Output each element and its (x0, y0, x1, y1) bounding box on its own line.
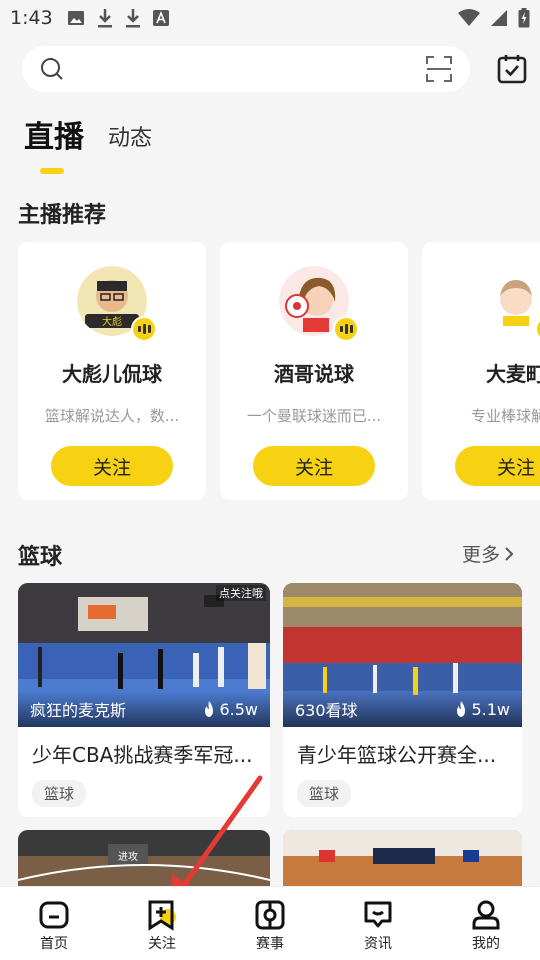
more-link[interactable]: 更多 (462, 540, 514, 567)
battery-icon (518, 8, 530, 28)
search-icon (41, 58, 63, 80)
fire-icon (205, 701, 214, 717)
thumbnail-meta: 630看球 5.1w (283, 691, 522, 727)
tab-live[interactable]: 直播 (24, 112, 84, 174)
notification-icons (67, 8, 169, 28)
anchor-card[interactable]: 大彪 大彪儿侃球 篮球解说达人，数... 关注 (18, 242, 206, 500)
download-icon (97, 9, 112, 28)
video-host: 疯狂的麦克斯 (30, 701, 127, 720)
follow-button[interactable]: 关注 (51, 446, 173, 486)
download-icon (125, 9, 140, 28)
svg-text:大彪: 大彪 (102, 315, 122, 328)
signal-icon (491, 10, 507, 26)
home-icon (39, 901, 69, 929)
video-title: 少年CBA挑战赛季军冠... (32, 743, 253, 767)
watermark-text: 点关注哦 (216, 585, 266, 601)
avatar-wrap: 大彪 (77, 266, 157, 342)
nav-label: 首页 (40, 936, 68, 952)
chevron-right-icon (505, 546, 514, 561)
anchor-list: 大彪 大彪儿侃球 篮球解说达人，数... 关注 酒哥说球 一个曼联球迷而已...… (18, 242, 540, 500)
news-icon (364, 901, 392, 928)
nav-label: 赛事 (256, 936, 284, 952)
heat-count: 6.5w (203, 700, 258, 719)
heat-value: 6.5w (219, 699, 258, 719)
avatar (481, 266, 540, 336)
video-card[interactable]: 630看球 5.1w 青少年篮球公开赛全... 篮球 (283, 583, 522, 817)
video-thumbnail: 630看球 5.1w (283, 583, 522, 727)
wifi-icon (458, 9, 480, 26)
video-card-preview[interactable]: 进攻 (18, 830, 270, 890)
video-card[interactable]: 点关注哦 疯狂的麦克斯 6.5w 少年CBA挑战赛季军冠... 篮球 (18, 583, 270, 817)
nav-follow[interactable]: 关注 (122, 899, 202, 953)
nav-home[interactable]: 首页 (14, 899, 94, 953)
nav-label: 资讯 (364, 936, 392, 952)
video-thumbnail: 点关注哦 疯狂的麦克斯 6.5w (18, 583, 270, 727)
nav-label: 我的 (472, 936, 500, 952)
anchor-name: 大彪儿侃球 (62, 362, 162, 386)
system-icons (458, 8, 530, 28)
anchor-desc: 篮球解说达人，数... (44, 407, 180, 425)
anchor-section-title: 主播推荐 (18, 203, 107, 228)
nav-news[interactable]: 资讯 (338, 899, 418, 953)
anchor-card[interactable]: 酒哥说球 一个曼联球迷而已... 关注 (220, 242, 408, 500)
svg-text:进攻: 进攻 (118, 850, 138, 863)
profile-icon (472, 900, 500, 930)
video-tag: 篮球 (32, 780, 87, 807)
follow-button[interactable]: 关注 (253, 446, 375, 486)
more-label: 更多 (461, 544, 500, 566)
live-badge (131, 316, 157, 342)
video-title: 青少年篮球公开赛全... (297, 743, 497, 767)
heat-value: 5.1w (471, 699, 510, 719)
heat-count: 5.1w (455, 700, 510, 719)
nav-profile[interactable]: 我的 (446, 899, 526, 953)
tab-dynamic[interactable]: 动态 (108, 120, 152, 156)
avatar-wrap (279, 266, 359, 342)
thumbnail-meta: 疯狂的麦克斯 6.5w (18, 691, 270, 727)
follow-button[interactable]: 关注 (455, 446, 540, 486)
nav-label: 关注 (148, 936, 176, 952)
anchor-card[interactable]: 大麦町 专业棒球解说 关注 (422, 242, 540, 500)
video-host: 630看球 (295, 701, 358, 720)
anchor-name: 大麦町 (486, 362, 540, 386)
bottom-nav: 首页 关注 赛事 资讯 我的 (0, 886, 540, 960)
text-icon (152, 10, 169, 26)
avatar-wrap (481, 266, 540, 342)
nav-match[interactable]: 赛事 (230, 899, 310, 953)
video-tag: 篮球 (297, 780, 352, 807)
status-bar: 1:43 (0, 0, 540, 36)
anchor-desc: 一个曼联球迷而已... (246, 407, 382, 425)
scan-icon[interactable] (426, 56, 452, 82)
image-icon (67, 11, 84, 25)
live-badge (333, 316, 359, 342)
video-card-preview[interactable] (283, 830, 522, 890)
match-icon (255, 900, 285, 930)
follow-icon (148, 900, 176, 931)
calendar-button[interactable] (496, 53, 528, 85)
anchor-name: 酒哥说球 (274, 362, 354, 386)
status-time: 1:43 (10, 7, 53, 29)
calendar-icon (497, 55, 527, 84)
anchor-desc: 专业棒球解说 (470, 407, 540, 425)
basketball-section-title: 篮球 (18, 545, 63, 570)
search-row (22, 46, 532, 92)
fire-icon (457, 701, 466, 717)
search-input[interactable] (22, 46, 470, 92)
live-tabs: 直播 动态 (24, 112, 152, 174)
